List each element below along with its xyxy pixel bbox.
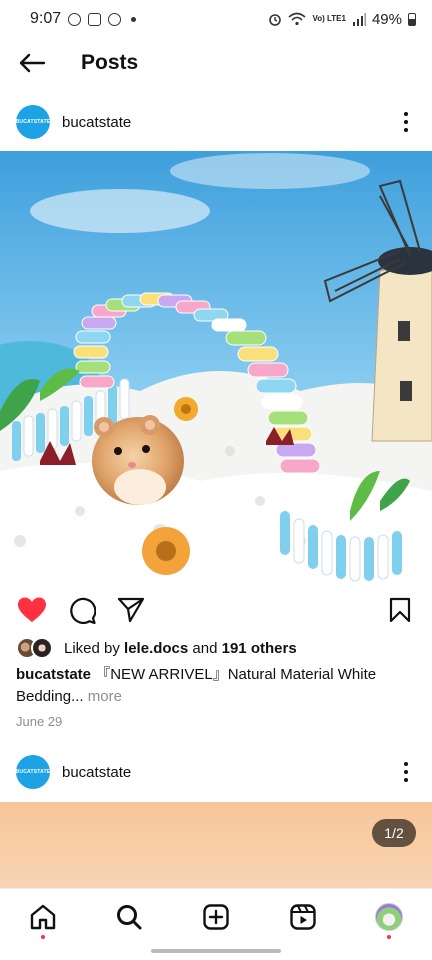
heart-filled-icon	[18, 597, 46, 622]
liker-avatar	[31, 637, 53, 659]
nav-reels[interactable]	[287, 901, 319, 933]
post-action-bar	[0, 588, 432, 632]
wifi-icon	[288, 12, 307, 26]
post-author-username[interactable]: bucatstate	[62, 764, 131, 781]
share-button[interactable]	[115, 594, 147, 626]
nav-profile[interactable]	[373, 901, 405, 939]
post-image[interactable]	[0, 151, 432, 583]
profile-avatar	[375, 903, 403, 931]
liker-avatars	[16, 637, 56, 659]
post-caption: bucatstate 『NEW ARRIVEL』Natural Material…	[16, 664, 416, 708]
battery-icon	[408, 12, 416, 26]
bottom-nav	[0, 888, 432, 944]
comment-icon	[69, 597, 96, 624]
instagram-notification-icon	[68, 12, 82, 26]
post-author-username[interactable]: bucatstate	[62, 114, 131, 131]
create-icon	[203, 904, 229, 930]
likes-prefix: Liked by	[64, 639, 120, 657]
signal-icon	[352, 12, 366, 26]
comment-button[interactable]	[66, 594, 98, 626]
back-button[interactable]	[0, 38, 64, 88]
paper-plane-icon	[117, 597, 145, 623]
chrome-notification-icon	[108, 12, 122, 26]
likes-others[interactable]: 191 others	[222, 640, 297, 657]
likes-middle: and	[192, 639, 218, 657]
notification-dot	[41, 935, 45, 939]
alarm-icon	[269, 14, 282, 26]
nav-create[interactable]	[200, 901, 232, 933]
status-time: 9:07	[30, 10, 62, 27]
home-icon	[30, 904, 56, 930]
back-arrow-icon	[19, 53, 46, 73]
liked-by-user[interactable]: lele.docs	[124, 640, 188, 657]
gesture-bar[interactable]	[151, 949, 281, 953]
bookmark-icon	[389, 597, 411, 623]
save-button[interactable]	[384, 594, 416, 626]
post-author-avatar[interactable]: BUCATSTATE	[16, 755, 50, 789]
search-icon	[117, 905, 142, 930]
carousel-counter: 1/2	[372, 819, 416, 847]
caption-username[interactable]: bucatstate	[16, 666, 91, 683]
nav-search[interactable]	[113, 901, 145, 933]
post-options-button[interactable]	[396, 760, 416, 784]
hamster-bridge-photo	[0, 151, 432, 583]
post-date: June 29	[16, 714, 63, 729]
app-header: Posts	[0, 38, 432, 88]
post-header: BUCATSTATE bucatstate	[0, 744, 432, 800]
status-bar: 9:07 Vo) LTE1 49%	[0, 0, 432, 38]
likes-row[interactable]: Liked by lele.docs and 191 others	[16, 636, 297, 660]
post-header: BUCATSTATE bucatstate	[0, 94, 432, 150]
page-title: Posts	[81, 51, 139, 74]
reels-icon	[290, 904, 316, 930]
caption-more-link[interactable]: more	[84, 688, 122, 705]
status-right: Vo) LTE1 49%	[268, 11, 416, 28]
status-left: 9:07	[30, 10, 137, 28]
network-type: Vo) LTE1	[312, 14, 346, 23]
notification-dot	[387, 935, 391, 939]
post-author-avatar[interactable]: BUCATSTATE	[16, 105, 50, 139]
nav-home[interactable]	[27, 901, 59, 939]
post-options-button[interactable]	[396, 110, 416, 134]
like-button[interactable]	[16, 594, 48, 626]
gallery-notification-icon	[88, 12, 102, 26]
battery-percent: 49%	[371, 10, 402, 28]
post-image[interactable]: 1/2	[0, 802, 432, 888]
more-notifications-icon	[131, 16, 137, 22]
